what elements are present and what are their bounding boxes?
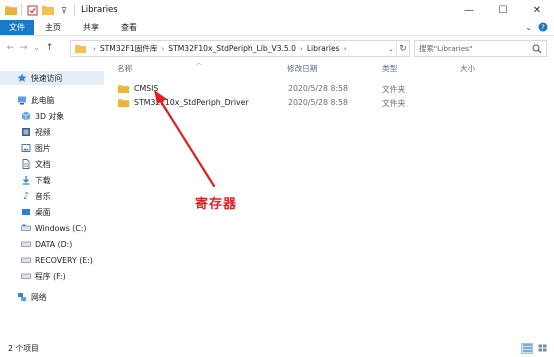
annotation-arrow — [154, 90, 216, 188]
view-switcher — [521, 342, 554, 354]
annotation-label: 寄存器 — [195, 197, 238, 212]
details-view-icon[interactable] — [521, 342, 533, 354]
large-icons-view-icon[interactable] — [536, 343, 548, 354]
item-count: 2 个项目 — [8, 343, 39, 353]
explorer-window: ⊽ Libraries — ☐ ✕ 文件 主页 共享 查看 ⌄ ? ← → ⌄ … — [0, 0, 554, 357]
status-bar: 2 个项目 — [0, 339, 554, 357]
